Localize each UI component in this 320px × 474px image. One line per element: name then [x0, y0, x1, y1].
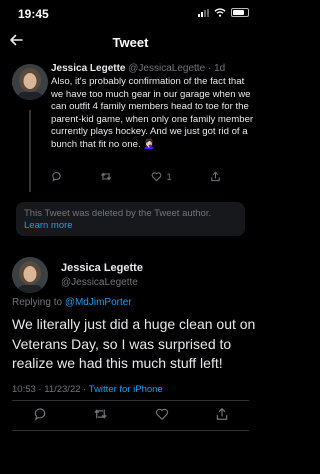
replying-label: Replying to [12, 297, 63, 308]
reply-button[interactable] [33, 407, 47, 421]
parent-tweet-actions: 1 [51, 171, 221, 182]
battery-icon [231, 8, 249, 17]
share-button[interactable] [210, 171, 221, 182]
retweet-button[interactable] [93, 407, 108, 421]
wifi-icon [214, 8, 226, 17]
status-bar: 19:45 [0, 0, 261, 24]
separator: · [83, 384, 87, 395]
deleted-tweet-notice: This Tweet was deleted by the Tweet auth… [16, 202, 245, 236]
reply-icon [52, 172, 61, 182]
avatar[interactable] [12, 64, 48, 100]
heart-icon [155, 408, 168, 421]
retweet-icon [101, 172, 112, 181]
share-icon [211, 171, 220, 182]
replying-to: Replying to @MdJimPorter [12, 297, 132, 308]
tweet-time: 10:53 [12, 384, 36, 395]
author-handle[interactable]: @JessicaLegette [61, 277, 138, 288]
main-tweet-text: We literally just did a huge clean out o… [12, 316, 256, 371]
tweet-meta: 10:53 · 11/23/22 · Twitter for iPhone [12, 384, 163, 395]
tweet-age: 1d [214, 63, 226, 74]
divider [12, 400, 249, 401]
tweet-date: 11/23/22 [44, 384, 81, 395]
like-count: 1 [166, 171, 172, 182]
learn-more-link[interactable]: Learn more [24, 220, 237, 232]
replying-mention-link[interactable]: @MdJimPorter [65, 297, 132, 308]
author-handle[interactable]: @JessicaLegette [128, 63, 205, 74]
retweet-button[interactable] [100, 171, 112, 182]
retweet-icon [94, 409, 107, 419]
page-title: Tweet [112, 35, 149, 50]
like-button[interactable]: 1 [151, 171, 172, 182]
deleted-notice-text: This Tweet was deleted by the Tweet auth… [24, 208, 212, 219]
heart-icon [151, 172, 162, 182]
status-time: 19:45 [18, 7, 49, 21]
divider [12, 430, 249, 431]
signal-icon [198, 8, 209, 17]
avatar[interactable] [12, 257, 48, 293]
thread-line [29, 110, 31, 192]
author-name[interactable]: Jessica Legette [61, 262, 143, 274]
share-icon [216, 407, 228, 420]
status-icons [198, 8, 249, 17]
reply-button[interactable] [51, 171, 62, 182]
top-bar: Tweet [0, 28, 261, 56]
tweet-source-link[interactable]: Twitter for iPhone [89, 384, 163, 395]
separator: · [207, 63, 212, 74]
avatar-photo [12, 257, 48, 293]
reply-icon [34, 408, 46, 421]
main-tweet-actions [33, 407, 229, 421]
parent-tweet-text: Also, it's probably confirmation of the … [51, 76, 254, 150]
share-button[interactable] [215, 407, 229, 421]
like-button[interactable] [155, 407, 169, 421]
author-name[interactable]: Jessica Legette [51, 63, 126, 74]
separator: · [38, 384, 42, 395]
parent-tweet-header: Jessica Legette @JessicaLegette · 1d [51, 63, 256, 74]
avatar-photo [12, 64, 48, 100]
